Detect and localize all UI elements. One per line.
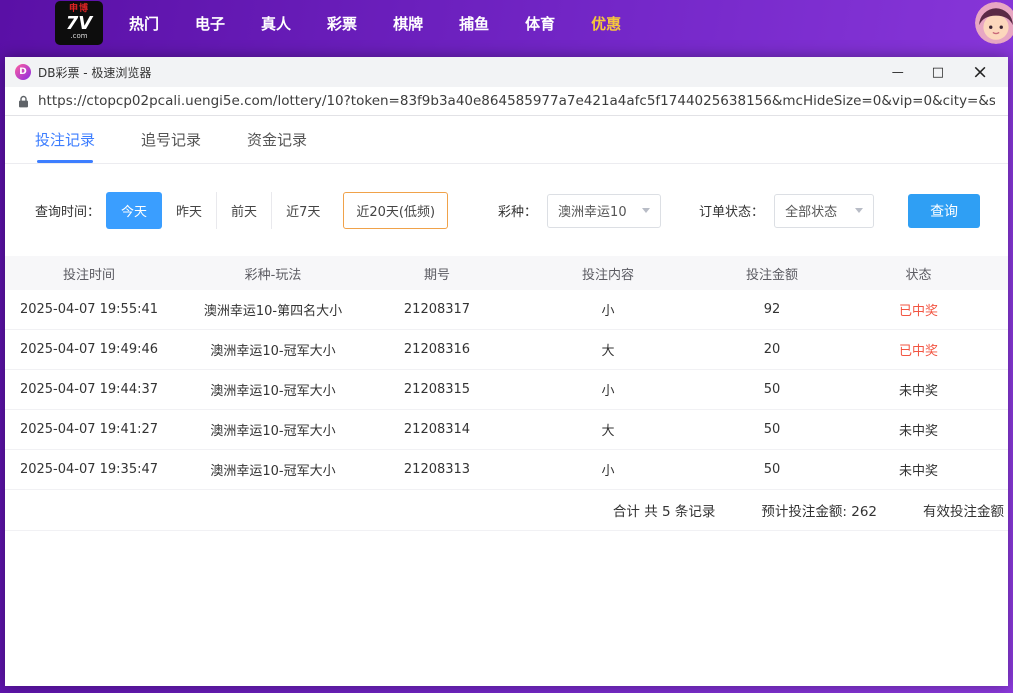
chevron-down-icon <box>642 208 650 213</box>
table-row: 2025-04-07 19:35:47 澳洲幸运10-冠军大小 21208313… <box>5 450 1008 490</box>
bet-time: 2025-04-07 19:55:41 <box>5 302 173 317</box>
bet-time: 2025-04-07 19:41:27 <box>5 422 173 437</box>
bet-content: 大 <box>501 420 715 439</box>
time-option-day-before[interactable]: 前天 <box>216 192 271 229</box>
browser-window: D DB彩票 - 极速浏览器 — □ × https://ctopcp02pca… <box>5 57 1008 686</box>
nav-item-cards[interactable]: 棋牌 <box>393 13 423 34</box>
tab-bar: 投注记录 追号记录 资金记录 <box>5 116 1008 164</box>
summary-expected-amount: 预计投注金额: 262 <box>761 500 877 520</box>
header-bet-time: 投注时间 <box>5 264 173 283</box>
nav-item-slots[interactable]: 电子 <box>195 13 225 34</box>
header-bet-amount: 投注金额 <box>715 264 829 283</box>
window-titlebar: D DB彩票 - 极速浏览器 — □ × <box>5 57 1008 87</box>
status-badge: 未中奖 <box>829 420 1008 439</box>
lottery-play: 澳洲幸运10-冠军大小 <box>173 380 373 399</box>
header-bet-content: 投注内容 <box>501 264 715 283</box>
status-badge: 未中奖 <box>829 460 1008 479</box>
issue-number: 21208313 <box>373 462 501 477</box>
table-row: 2025-04-07 19:55:41 澳洲幸运10-第四名大小 2120831… <box>5 290 1008 330</box>
time-option-7days[interactable]: 近7天 <box>271 192 334 229</box>
lock-icon <box>18 95 29 108</box>
window-controls: — □ × <box>892 63 998 82</box>
avatar-cartoon-face <box>975 2 1013 44</box>
lottery-play: 澳洲幸运10-第四名大小 <box>173 300 373 319</box>
close-icon[interactable]: × <box>972 63 988 82</box>
bet-content: 小 <box>501 380 715 399</box>
status-badge: 未中奖 <box>829 380 1008 399</box>
tab-chase-records[interactable]: 追号记录 <box>141 116 201 163</box>
nav-item-hot[interactable]: 热门 <box>129 13 159 34</box>
time-option-yesterday[interactable]: 昨天 <box>162 192 216 229</box>
nav-item-promos[interactable]: 优惠 <box>591 13 621 34</box>
order-status-filter-label: 订单状态： <box>699 201 764 220</box>
brand-logo[interactable]: 申博 7V .com <box>55 1 103 45</box>
url-text[interactable]: https://ctopcp02pcali.uengi5e.com/lotter… <box>38 93 995 109</box>
top-nav-bar: 申博 7V .com 热门 电子 真人 彩票 棋牌 捕鱼 体育 优惠 <box>0 0 1013 46</box>
order-status-select[interactable]: 全部状态 <box>774 194 874 228</box>
issue-number: 21208317 <box>373 302 501 317</box>
bet-amount: 92 <box>715 302 829 317</box>
bet-amount: 20 <box>715 342 829 357</box>
bet-time: 2025-04-07 19:44:37 <box>5 382 173 397</box>
address-bar[interactable]: https://ctopcp02pcali.uengi5e.com/lotter… <box>5 87 1008 116</box>
main-nav: 热门 电子 真人 彩票 棋牌 捕鱼 体育 优惠 <box>129 13 621 34</box>
lottery-play: 澳洲幸运10-冠军大小 <box>173 420 373 439</box>
status-badge: 已中奖 <box>829 340 1008 359</box>
table-row: 2025-04-07 19:44:37 澳洲幸运10-冠军大小 21208315… <box>5 370 1008 410</box>
lottery-filter-label: 彩种： <box>498 201 537 220</box>
header-status: 状态 <box>829 264 1008 283</box>
filter-bar: 查询时间： 今天 昨天 前天 近7天 近20天(低频) 彩种： 澳洲幸运10 订… <box>35 192 1008 229</box>
time-filter-label: 查询时间： <box>35 201 100 220</box>
chevron-down-icon <box>855 208 863 213</box>
user-avatar[interactable] <box>975 2 1013 44</box>
bet-amount: 50 <box>715 462 829 477</box>
lottery-select[interactable]: 澳洲幸运10 <box>547 194 661 228</box>
search-button[interactable]: 查询 <box>908 194 980 228</box>
issue-number: 21208314 <box>373 422 501 437</box>
window-title: DB彩票 - 极速浏览器 <box>38 64 151 81</box>
tab-bet-records[interactable]: 投注记录 <box>35 116 95 163</box>
lottery-play: 澳洲幸运10-冠军大小 <box>173 460 373 479</box>
tab-fund-records[interactable]: 资金记录 <box>247 116 307 163</box>
lottery-selected-value: 澳洲幸运10 <box>558 201 627 220</box>
nav-item-lottery[interactable]: 彩票 <box>327 13 357 34</box>
header-issue: 期号 <box>373 264 501 283</box>
table-summary: 合计 共 5 条记录 预计投注金额: 262 有效投注金额 <box>5 490 1008 531</box>
brand-logo-main: 7V <box>66 15 92 34</box>
issue-number: 21208315 <box>373 382 501 397</box>
bet-amount: 50 <box>715 382 829 397</box>
summary-total-records: 合计 共 5 条记录 <box>613 500 715 520</box>
bet-content: 小 <box>501 460 715 479</box>
lottery-play: 澳洲幸运10-冠军大小 <box>173 340 373 359</box>
summary-valid-amount: 有效投注金额 <box>923 500 1004 520</box>
bet-time: 2025-04-07 19:35:47 <box>5 462 173 477</box>
nav-item-live[interactable]: 真人 <box>261 13 291 34</box>
status-badge: 已中奖 <box>829 300 1008 319</box>
table-row: 2025-04-07 19:41:27 澳洲幸运10-冠军大小 21208314… <box>5 410 1008 450</box>
bet-content: 小 <box>501 300 715 319</box>
nav-item-sports[interactable]: 体育 <box>525 13 555 34</box>
bet-amount: 50 <box>715 422 829 437</box>
time-option-20days-lowfreq[interactable]: 近20天(低频) <box>343 192 448 229</box>
bet-records-table: 投注时间 彩种-玩法 期号 投注内容 投注金额 状态 2025-04-07 19… <box>5 256 1008 531</box>
maximize-icon[interactable]: □ <box>932 66 944 79</box>
bet-time: 2025-04-07 19:49:46 <box>5 342 173 357</box>
page-content: 投注记录 追号记录 资金记录 查询时间： 今天 昨天 前天 近7天 近20天(低… <box>5 116 1008 686</box>
issue-number: 21208316 <box>373 342 501 357</box>
header-lottery-play: 彩种-玩法 <box>173 264 373 283</box>
time-option-today[interactable]: 今天 <box>106 192 162 229</box>
app-icon: D <box>15 64 31 80</box>
minimize-icon[interactable]: — <box>892 66 904 78</box>
bet-content: 大 <box>501 340 715 359</box>
order-status-selected-value: 全部状态 <box>785 201 837 220</box>
table-header-row: 投注时间 彩种-玩法 期号 投注内容 投注金额 状态 <box>5 256 1008 290</box>
nav-item-fishing[interactable]: 捕鱼 <box>459 13 489 34</box>
brand-logo-sub: .com <box>70 33 87 40</box>
table-row: 2025-04-07 19:49:46 澳洲幸运10-冠军大小 21208316… <box>5 330 1008 370</box>
